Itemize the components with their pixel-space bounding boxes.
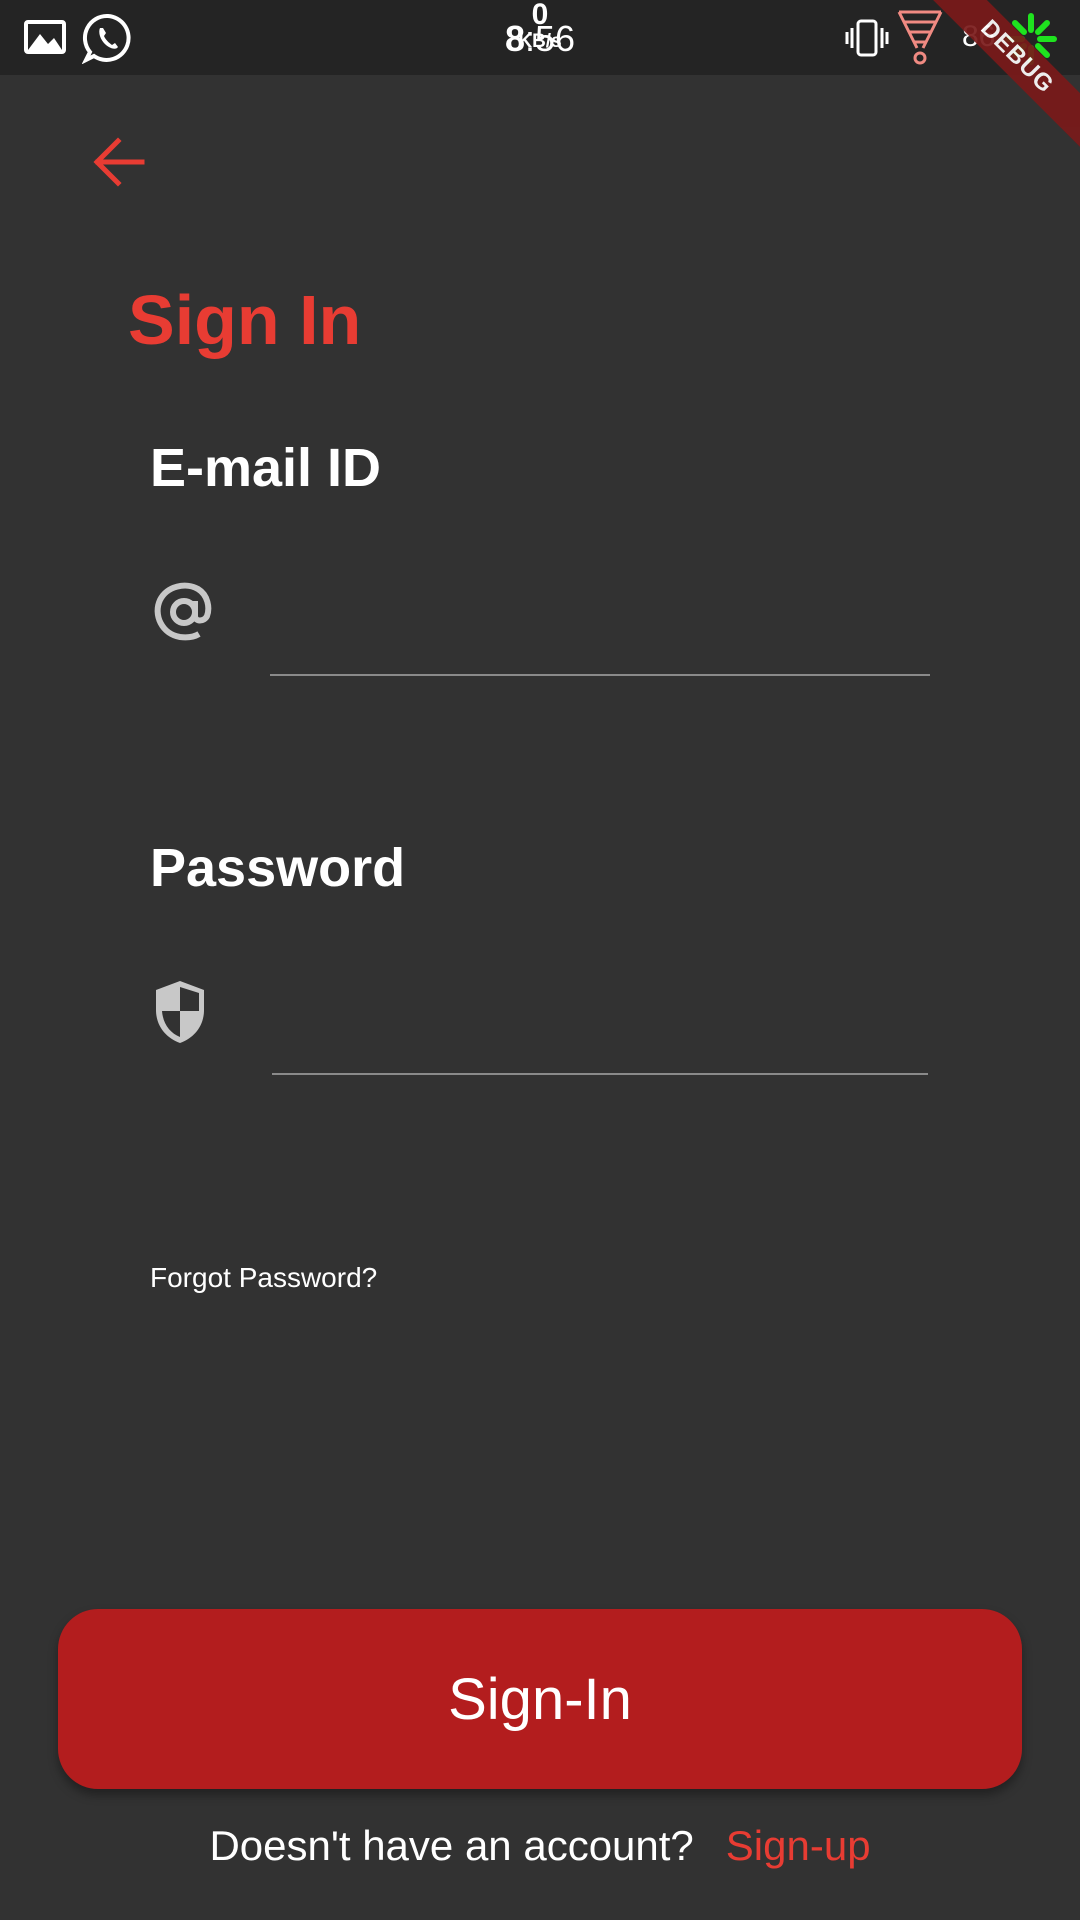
- signup-prompt: Doesn't have an account?: [209, 1822, 694, 1869]
- page-title: Sign In: [128, 281, 362, 359]
- shield-icon: [152, 978, 208, 1051]
- password-input[interactable]: [272, 1015, 928, 1075]
- password-label: Password: [150, 838, 406, 898]
- arrow-back-icon: [93, 137, 145, 187]
- signup-link[interactable]: Sign-up: [726, 1822, 871, 1869]
- sign-in-screen: 0 KB/s 8:56 86: [0, 0, 1080, 1920]
- back-button[interactable]: [90, 133, 148, 191]
- at-icon: [152, 580, 216, 649]
- email-input[interactable]: [270, 616, 930, 676]
- forgot-password-link[interactable]: Forgot Password?: [150, 1262, 377, 1294]
- clock-minutes: :56: [524, 18, 576, 59]
- wifi-icon: [896, 8, 944, 71]
- email-label: E-mail ID: [150, 438, 382, 498]
- vibrate-icon: [844, 18, 890, 63]
- status-bar: 0 KB/s 8:56 86: [0, 0, 1080, 75]
- signup-row: Doesn't have an account? Sign-up: [0, 1822, 1080, 1870]
- clock-hour: 8: [504, 18, 525, 59]
- sign-in-button[interactable]: Sign-In: [58, 1609, 1022, 1789]
